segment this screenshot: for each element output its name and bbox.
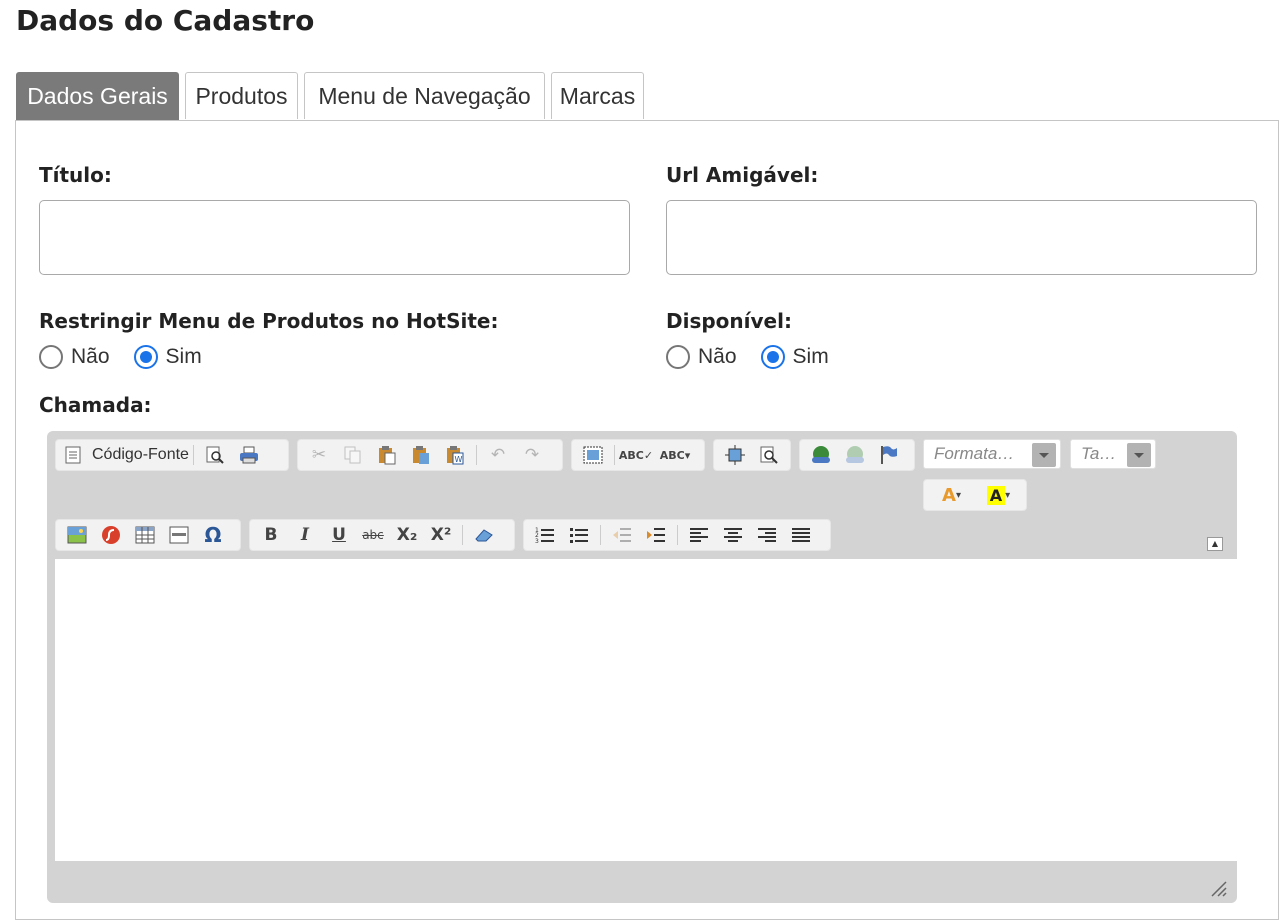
copy-icon[interactable] bbox=[338, 442, 368, 468]
align-left-icon[interactable] bbox=[684, 522, 714, 548]
print-icon[interactable] bbox=[234, 442, 264, 468]
editor-content-area[interactable] bbox=[55, 559, 1243, 861]
restringir-sim-radio[interactable] bbox=[133, 345, 158, 369]
toolbar-group-document: Código-Fonte bbox=[55, 439, 289, 471]
tab-dados-gerais[interactable]: Dados Gerais bbox=[16, 72, 179, 120]
align-center-icon[interactable] bbox=[718, 522, 748, 548]
toolbar-group-insert: Ω bbox=[55, 519, 241, 551]
restringir-sim-label[interactable]: Sim bbox=[166, 345, 202, 369]
tab-marcas[interactable]: Marcas bbox=[551, 72, 644, 119]
restringir-radio-group: Não Sim bbox=[39, 342, 226, 372]
scayt-icon[interactable]: ABC▾ bbox=[655, 442, 695, 468]
chamada-label: Chamada: bbox=[39, 393, 152, 417]
subscript-button[interactable]: X₂ bbox=[392, 522, 422, 548]
bulleted-list-icon[interactable] bbox=[564, 522, 594, 548]
maximize-icon[interactable] bbox=[720, 442, 750, 468]
bg-color-button[interactable]: A ▾ bbox=[977, 482, 1020, 508]
restringir-nao-label[interactable]: Não bbox=[71, 345, 110, 369]
toolbar-separator bbox=[677, 525, 678, 545]
tab-panel: Título: Url Amigável: Restringir Menu de… bbox=[15, 120, 1279, 920]
paste-text-icon[interactable] bbox=[406, 442, 436, 468]
rich-text-editor: Código-Fonte ✂ W ↶ ↷ ABC✓ ABC▾ Formata… … bbox=[47, 431, 1243, 903]
titulo-label: Título: bbox=[39, 163, 112, 187]
anchor-flag-icon[interactable] bbox=[874, 442, 904, 468]
toolbar-separator bbox=[462, 525, 463, 545]
align-justify-icon[interactable] bbox=[786, 522, 816, 548]
text-color-icon: A bbox=[942, 484, 956, 506]
image-icon[interactable] bbox=[62, 522, 92, 548]
size-combo-label: Ta… bbox=[1081, 444, 1117, 463]
link-icon[interactable] bbox=[806, 442, 836, 468]
text-color-button[interactable]: A ▾ bbox=[930, 482, 973, 508]
restringir-label: Restringir Menu de Produtos no HotSite: bbox=[39, 309, 499, 333]
chevron-down-icon[interactable] bbox=[1032, 443, 1056, 467]
toolbar-group-basicstyles: B I U abc X₂ X² bbox=[249, 519, 515, 551]
toolbar-separator bbox=[614, 445, 615, 465]
format-combo-label: Formata… bbox=[934, 444, 1015, 463]
align-right-icon[interactable] bbox=[752, 522, 782, 548]
svg-text:3: 3 bbox=[535, 538, 539, 544]
table-icon[interactable] bbox=[130, 522, 160, 548]
underline-button[interactable]: U bbox=[324, 522, 354, 548]
collapse-toolbar-icon[interactable]: ▲ bbox=[1207, 537, 1223, 551]
undo-icon[interactable]: ↶ bbox=[483, 442, 513, 468]
url-input[interactable] bbox=[666, 200, 1257, 275]
chevron-down-icon[interactable] bbox=[1127, 443, 1151, 467]
numbered-list-icon[interactable]: 123 bbox=[530, 522, 560, 548]
paste-word-icon[interactable]: W bbox=[440, 442, 470, 468]
preview-icon[interactable] bbox=[200, 442, 230, 468]
page-title: Dados do Cadastro bbox=[16, 4, 315, 37]
toolbar-separator bbox=[192, 445, 194, 465]
disponivel-sim-radio[interactable] bbox=[760, 345, 785, 369]
toolbar-group-editing: ABC✓ ABC▾ bbox=[571, 439, 705, 471]
disponivel-nao-radio[interactable] bbox=[666, 345, 690, 369]
disponivel-sim-label[interactable]: Sim bbox=[793, 345, 829, 369]
tab-produtos[interactable]: Produtos bbox=[185, 72, 298, 119]
italic-button[interactable]: I bbox=[290, 522, 320, 548]
toolbar-group-tools bbox=[713, 439, 791, 471]
remove-format-icon[interactable] bbox=[469, 522, 499, 548]
toolbar-separator bbox=[476, 445, 477, 465]
titulo-input[interactable] bbox=[39, 200, 630, 275]
spellcheck-icon[interactable]: ABC✓ bbox=[619, 442, 653, 468]
paste-icon[interactable] bbox=[372, 442, 402, 468]
toolbar-separator bbox=[600, 525, 601, 545]
indent-icon[interactable] bbox=[641, 522, 671, 548]
redo-icon[interactable]: ↷ bbox=[517, 442, 547, 468]
find-icon[interactable] bbox=[754, 442, 784, 468]
cut-icon[interactable]: ✂ bbox=[304, 442, 334, 468]
toolbar-group-colors: A ▾ A ▾ bbox=[923, 479, 1027, 511]
toolbar-group-links bbox=[799, 439, 915, 471]
special-char-icon[interactable]: Ω bbox=[198, 522, 228, 548]
disponivel-radio-group: Não Sim bbox=[666, 342, 853, 372]
flash-icon[interactable] bbox=[96, 522, 126, 548]
tab-menu-navegacao[interactable]: Menu de Navegação bbox=[304, 72, 545, 119]
superscript-button[interactable]: X² bbox=[426, 522, 456, 548]
strike-button[interactable]: abc bbox=[358, 522, 388, 548]
source-button[interactable]: Código-Fonte bbox=[92, 446, 189, 464]
toolbar-group-paragraph: 123 bbox=[523, 519, 831, 551]
bg-color-icon: A bbox=[986, 485, 1006, 505]
bold-button[interactable]: B bbox=[256, 522, 286, 548]
toolbar-group-clipboard: ✂ W ↶ ↷ bbox=[297, 439, 563, 471]
format-combo[interactable]: Formata… bbox=[923, 439, 1061, 469]
unlink-icon[interactable] bbox=[840, 442, 870, 468]
disponivel-nao-label[interactable]: Não bbox=[698, 345, 737, 369]
outdent-icon[interactable] bbox=[607, 522, 637, 548]
resize-handle-icon[interactable] bbox=[1209, 879, 1227, 897]
select-all-icon[interactable] bbox=[578, 442, 608, 468]
svg-text:W: W bbox=[455, 455, 463, 464]
size-combo[interactable]: Ta… bbox=[1070, 439, 1156, 469]
disponivel-label: Disponível: bbox=[666, 309, 792, 333]
restringir-nao-radio[interactable] bbox=[39, 345, 63, 369]
url-label: Url Amigável: bbox=[666, 163, 819, 187]
horizontal-rule-icon[interactable] bbox=[164, 522, 194, 548]
source-icon[interactable] bbox=[62, 442, 84, 468]
